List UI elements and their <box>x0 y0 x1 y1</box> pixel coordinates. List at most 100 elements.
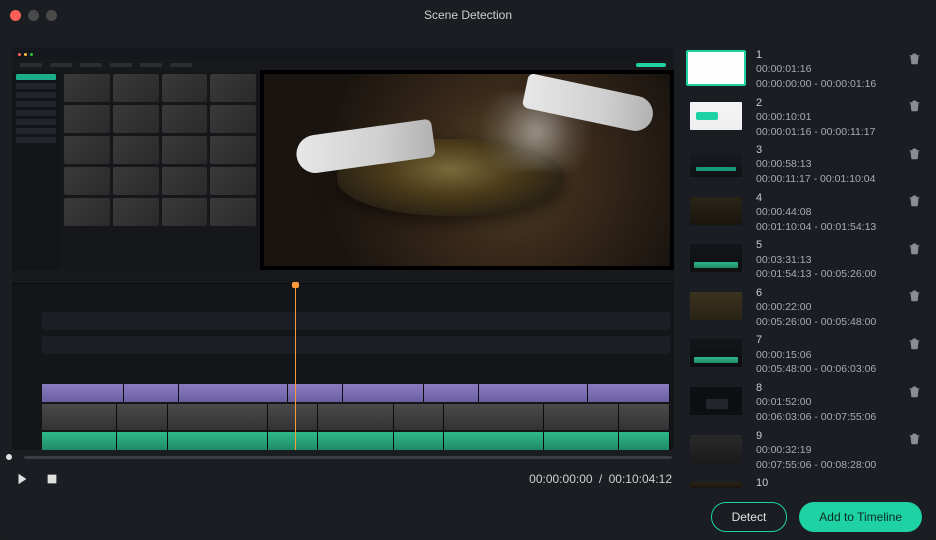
scene-item[interactable]: 2 00:00:10:01 00:00:01:16 - 00:00:11:17 <box>686 96 924 140</box>
transport-controls: 00:00:00:00 / 00:10:04:12 <box>12 464 674 494</box>
scene-range: 00:00:01:16 - 00:00:11:17 <box>756 126 896 140</box>
mini-timeline <box>12 270 674 450</box>
delete-scene-button[interactable] <box>906 145 922 161</box>
scene-meta: 5 00:03:31:13 00:01:54:13 - 00:05:26:00 <box>756 238 896 282</box>
delete-scene-button[interactable] <box>906 193 922 209</box>
scene-index: 7 <box>756 333 896 347</box>
scene-meta: 3 00:00:58:13 00:00:11:17 - 00:01:10:04 <box>756 143 896 187</box>
scene-list[interactable]: 1 00:00:01:16 00:00:00:00 - 00:00:01:16 … <box>686 48 924 494</box>
scene-thumbnail[interactable] <box>686 288 746 324</box>
scene-item[interactable]: 8 00:01:52:00 00:06:03:06 - 00:07:55:06 <box>686 381 924 425</box>
scene-thumbnail[interactable] <box>686 193 746 229</box>
scene-meta: 7 00:00:15:06 00:05:48:00 - 00:06:03:06 <box>756 333 896 377</box>
main-area: 00:00:00:00 / 00:10:04:12 1 00:00:01:16 … <box>0 30 936 494</box>
scene-index: 5 <box>756 238 896 252</box>
current-time: 00:00:00:00 <box>529 472 592 486</box>
preview-content <box>12 48 674 450</box>
scrub-bar[interactable] <box>12 450 674 464</box>
window: Scene Detection <box>0 0 936 540</box>
scene-item[interactable]: 4 00:00:44:08 00:01:10:04 - 00:01:54:13 <box>686 191 924 235</box>
scene-range: 00:06:03:06 - 00:07:55:06 <box>756 411 896 425</box>
footer: Detect Add to Timeline <box>0 494 936 540</box>
scene-item[interactable]: 3 00:00:58:13 00:00:11:17 - 00:01:10:04 <box>686 143 924 187</box>
close-window-button[interactable] <box>10 10 21 21</box>
time-separator: / <box>599 472 602 486</box>
preview-video[interactable] <box>12 48 674 450</box>
scene-thumbnail[interactable] <box>686 431 746 467</box>
scene-duration: 00:03:31:13 <box>756 254 896 268</box>
mini-viewer <box>260 70 674 270</box>
trash-icon <box>908 52 921 65</box>
scene-thumbnail[interactable] <box>686 240 746 276</box>
scene-index: 2 <box>756 96 896 110</box>
scene-duration: 00:00:15:06 <box>756 349 896 363</box>
scene-duration: 00:00:44:08 <box>756 206 896 220</box>
scene-range: 00:00:11:17 - 00:01:10:04 <box>756 173 896 187</box>
scene-duration: 00:00:10:01 <box>756 111 896 125</box>
delete-scene-button[interactable] <box>906 98 922 114</box>
scene-index: 8 <box>756 381 896 395</box>
play-icon <box>15 472 29 486</box>
maximize-window-button[interactable] <box>46 10 57 21</box>
scene-item[interactable]: 5 00:03:31:13 00:01:54:13 - 00:05:26:00 <box>686 238 924 282</box>
scene-item[interactable]: 9 00:00:32:19 00:07:55:06 - 00:08:28:00 <box>686 429 924 473</box>
scene-duration: 00:00:01:16 <box>756 63 896 77</box>
scene-meta: 6 00:00:22:00 00:05:26:00 - 00:05:48:00 <box>756 286 896 330</box>
trash-icon <box>908 337 921 350</box>
scene-index: 3 <box>756 143 896 157</box>
scene-meta: 10 <box>756 476 924 490</box>
mini-app-sidebar <box>12 70 60 270</box>
scene-meta: 4 00:00:44:08 00:01:10:04 - 00:01:54:13 <box>756 191 896 235</box>
titlebar: Scene Detection <box>0 0 936 30</box>
scene-thumbnail[interactable] <box>686 335 746 371</box>
scene-range: 00:01:54:13 - 00:05:26:00 <box>756 268 896 282</box>
trash-icon <box>908 385 921 398</box>
scrub-track[interactable] <box>24 456 672 459</box>
delete-scene-button[interactable] <box>906 240 922 256</box>
scene-item[interactable]: 1 00:00:01:16 00:00:00:00 - 00:00:01:16 <box>686 48 924 92</box>
trash-icon <box>908 147 921 160</box>
stop-button[interactable] <box>44 471 60 487</box>
scene-index: 1 <box>756 48 896 62</box>
delete-scene-button[interactable] <box>906 383 922 399</box>
scene-item[interactable]: 6 00:00:22:00 00:05:26:00 - 00:05:48:00 <box>686 286 924 330</box>
mini-app-tabs <box>12 60 674 70</box>
scene-list-panel: 1 00:00:01:16 00:00:00:00 - 00:00:01:16 … <box>686 30 924 494</box>
scene-meta: 8 00:01:52:00 00:06:03:06 - 00:07:55:06 <box>756 381 896 425</box>
scrub-handle[interactable] <box>6 454 12 460</box>
play-button[interactable] <box>14 471 30 487</box>
timecode-display: 00:00:00:00 / 00:10:04:12 <box>529 472 672 486</box>
delete-scene-button[interactable] <box>906 335 922 351</box>
mini-media-grid <box>60 70 260 270</box>
detect-button[interactable]: Detect <box>711 502 788 532</box>
scene-duration: 00:01:52:00 <box>756 396 896 410</box>
delete-scene-button[interactable] <box>906 431 922 447</box>
scene-thumbnail[interactable] <box>686 383 746 419</box>
scene-meta: 9 00:00:32:19 00:07:55:06 - 00:08:28:00 <box>756 429 896 473</box>
scene-item[interactable]: 7 00:00:15:06 00:05:48:00 - 00:06:03:06 <box>686 333 924 377</box>
trash-icon <box>908 432 921 445</box>
delete-scene-button[interactable] <box>906 50 922 66</box>
scene-thumbnail[interactable] <box>686 98 746 134</box>
scene-index: 9 <box>756 429 896 443</box>
add-to-timeline-button[interactable]: Add to Timeline <box>799 502 922 532</box>
minimize-window-button[interactable] <box>28 10 39 21</box>
scene-duration: 00:00:58:13 <box>756 158 896 172</box>
mini-app-titlebar <box>12 48 674 60</box>
preview-column: 00:00:00:00 / 00:10:04:12 <box>12 30 674 494</box>
scene-thumbnail[interactable] <box>686 478 746 492</box>
scene-index: 4 <box>756 191 896 205</box>
scene-range: 00:01:10:04 - 00:01:54:13 <box>756 221 896 235</box>
window-title: Scene Detection <box>0 8 936 22</box>
trash-icon <box>908 289 921 302</box>
scene-index: 10 <box>756 476 924 490</box>
scene-thumbnail[interactable] <box>686 50 746 86</box>
traffic-lights <box>10 10 57 21</box>
scene-duration: 00:00:22:00 <box>756 301 896 315</box>
trash-icon <box>908 194 921 207</box>
scene-item[interactable]: 10 <box>686 476 924 494</box>
delete-scene-button[interactable] <box>906 288 922 304</box>
scene-thumbnail[interactable] <box>686 145 746 181</box>
scene-range: 00:00:00:00 - 00:00:01:16 <box>756 78 896 92</box>
mini-playhead <box>295 284 296 450</box>
